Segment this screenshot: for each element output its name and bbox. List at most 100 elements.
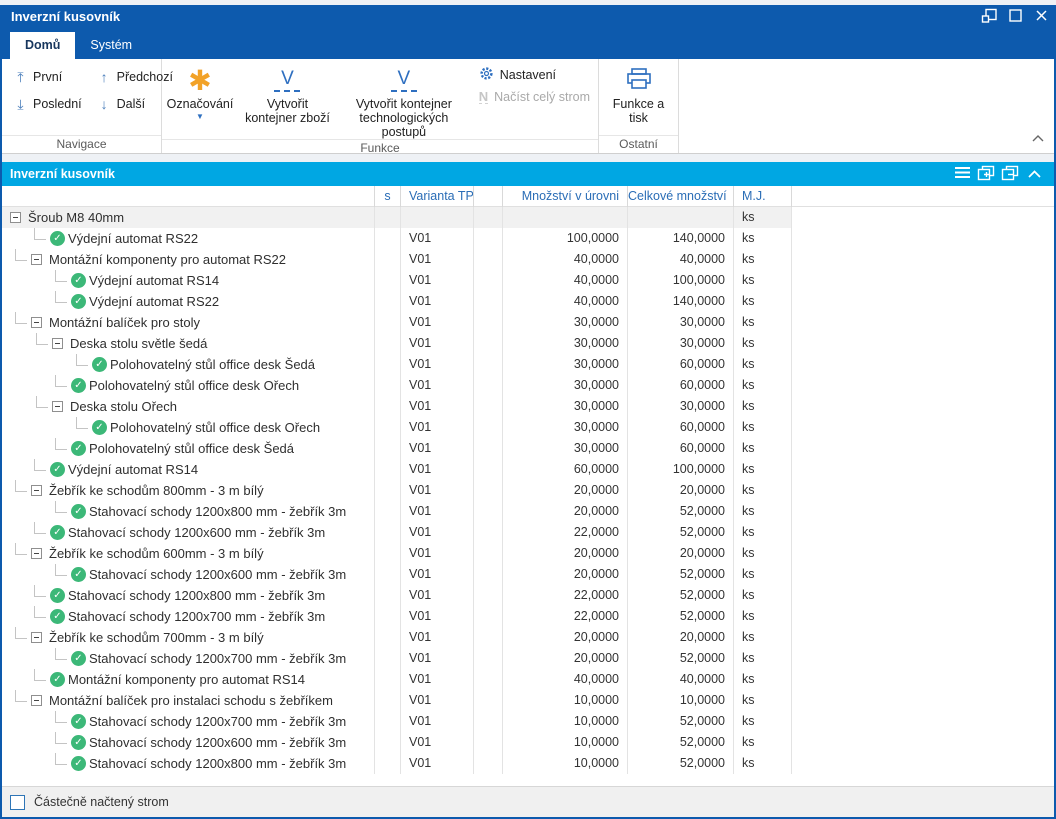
table-row[interactable]: ✓Stahovací schody 1200x800 mm - žebřík 3…	[2, 585, 1054, 606]
table-row[interactable]: Montážní balíček pro instalaci schodu s …	[2, 690, 1054, 711]
table-row[interactable]: ✓Stahovací schody 1200x600 mm - žebřík 3…	[2, 564, 1054, 585]
column-header-empty[interactable]	[473, 186, 502, 207]
green-check-icon: ✓	[71, 651, 86, 666]
table-row[interactable]: ✓Polohovatelný stůl office desk Ořech V0…	[2, 417, 1054, 438]
table-row[interactable]: ✓Stahovací schody 1200x700 mm - žebřík 3…	[2, 606, 1054, 627]
qty-level-cell: 10,0000	[502, 711, 627, 732]
tree-cell: Montážní balíček pro stoly	[2, 312, 374, 333]
column-header-s[interactable]: s	[374, 186, 400, 207]
table-row[interactable]: ✓Stahovací schody 1200x700 mm - žebřík 3…	[2, 648, 1054, 669]
collapse-ribbon-button[interactable]	[1032, 129, 1044, 147]
qty-total-cell: 100,0000	[627, 270, 733, 291]
collapse-expander-icon[interactable]	[52, 338, 63, 349]
close-button[interactable]	[1028, 5, 1054, 28]
table-row[interactable]: ✓Stahovací schody 1200x700 mm - žebřík 3…	[2, 711, 1054, 732]
column-header-qty-level[interactable]: Množství v úrovni	[502, 186, 627, 207]
table-row[interactable]: Šroub M8 40mm ks	[2, 207, 1054, 228]
collapse-panel-button[interactable]	[1022, 162, 1046, 186]
qty-total-cell: 100,0000	[627, 459, 733, 480]
load-full-tree-label: Načíst celý strom	[494, 90, 590, 104]
qty-level-cell: 100,0000	[502, 228, 627, 249]
collapse-all-button[interactable]	[998, 162, 1022, 186]
create-tech-container-button[interactable]: V Vytvořit kontejner technologických pos…	[337, 59, 471, 139]
first-button[interactable]: ⤒ První	[8, 64, 88, 90]
maximize-button[interactable]	[1002, 5, 1028, 28]
table-row[interactable]: Deska stolu Ořech V01 30,0000 30,0000 ks	[2, 396, 1054, 417]
column-header-unit[interactable]: M.J.	[733, 186, 791, 207]
table-row[interactable]: ✓Polohovatelný stůl office desk Ořech V0…	[2, 375, 1054, 396]
table-row[interactable]: Žebřík ke schodům 700mm - 3 m bílý V01 2…	[2, 627, 1054, 648]
collapse-expander-icon[interactable]	[52, 401, 63, 412]
collapse-expander-icon[interactable]	[10, 212, 21, 223]
empty-cell	[473, 270, 502, 291]
table-row[interactable]: ✓Stahovací schody 1200x800 mm - žebřík 3…	[2, 753, 1054, 774]
collapse-expander-icon[interactable]	[31, 632, 42, 643]
tree-cell: ✓Montážní komponenty pro automat RS14	[2, 669, 374, 690]
qty-total-cell: 140,0000	[627, 291, 733, 312]
green-check-icon: ✓	[71, 714, 86, 729]
table-row[interactable]: ✓Výdejní automat RS14 V01 40,0000 100,00…	[2, 270, 1054, 291]
s-cell	[374, 690, 400, 711]
maximize-icon	[1008, 8, 1023, 26]
table-row[interactable]: ✓Výdejní automat RS14 V01 60,0000 100,00…	[2, 459, 1054, 480]
s-cell	[374, 438, 400, 459]
empty-cell	[473, 585, 502, 606]
table-row[interactable]: ✓Polohovatelný stůl office desk Šedá V01…	[2, 354, 1054, 375]
table-row[interactable]: ✓Výdejní automat RS22 V01 40,0000 140,00…	[2, 291, 1054, 312]
table-row[interactable]: ✓Polohovatelný stůl office desk Šedá V01…	[2, 438, 1054, 459]
empty-cell	[473, 354, 502, 375]
panel-menu-button[interactable]	[950, 162, 974, 186]
variant-cell	[400, 207, 473, 228]
create-goods-container-button[interactable]: V Vytvořit kontejner zboží	[238, 59, 337, 139]
qty-total-cell: 60,0000	[627, 438, 733, 459]
variant-cell: V01	[400, 375, 473, 396]
table-row[interactable]: Žebřík ke schodům 800mm - 3 m bílý V01 2…	[2, 480, 1054, 501]
item-label: Stahovací schody 1200x800 mm - žebřík 3m	[89, 754, 346, 774]
last-button[interactable]: ⤓ Poslední	[8, 91, 88, 117]
tree-cell: ✓Výdejní automat RS22	[2, 291, 374, 312]
qty-total-cell: 20,0000	[627, 480, 733, 501]
unit-cell: ks	[733, 690, 791, 711]
arrow-to-bottom-icon: ⤓	[14, 96, 27, 113]
collapse-expander-icon[interactable]	[31, 695, 42, 706]
variant-cell: V01	[400, 648, 473, 669]
table-row[interactable]: ✓Stahovací schody 1200x800 mm - žebřík 3…	[2, 501, 1054, 522]
tree-connector-line	[55, 270, 67, 282]
tree-cell: ✓Výdejní automat RS14	[2, 459, 374, 480]
table-row[interactable]: Deska stolu světle šedá V01 30,0000 30,0…	[2, 333, 1054, 354]
collapse-expander-icon[interactable]	[31, 254, 42, 265]
column-header-tree[interactable]	[2, 186, 374, 207]
table-row[interactable]: ✓Stahovací schody 1200x600 mm - žebřík 3…	[2, 522, 1054, 543]
column-header-variant[interactable]: Varianta TP	[400, 186, 473, 207]
table-row[interactable]: Montážní komponenty pro automat RS22 V01…	[2, 249, 1054, 270]
collapse-expander-icon[interactable]	[31, 317, 42, 328]
empty-cell	[473, 648, 502, 669]
load-tree-n-icon: N	[479, 90, 488, 104]
tree-connector-line	[55, 375, 67, 387]
collapse-expander-icon[interactable]	[31, 548, 42, 559]
tab-domu[interactable]: Domů	[10, 32, 75, 59]
qty-level-cell: 20,0000	[502, 648, 627, 669]
float-window-button[interactable]	[976, 5, 1002, 28]
expand-all-button[interactable]	[974, 162, 998, 186]
functions-print-button[interactable]: Funkce a tisk	[600, 59, 678, 135]
tab-system[interactable]: Systém	[75, 32, 147, 59]
table-row[interactable]: ✓Montážní komponenty pro automat RS14 V0…	[2, 669, 1054, 690]
table-row[interactable]: Žebřík ke schodům 600mm - 3 m bílý V01 2…	[2, 543, 1054, 564]
chevron-up-icon	[1028, 167, 1041, 181]
tree-cell: ✓Stahovací schody 1200x600 mm - žebřík 3…	[2, 522, 374, 543]
table-row[interactable]: ✓Výdejní automat RS22 V01 100,0000 140,0…	[2, 228, 1054, 249]
tree-connector-line	[15, 312, 27, 324]
partially-loaded-tree-checkbox[interactable]	[10, 795, 25, 810]
empty-cell	[473, 375, 502, 396]
marking-label: Označování	[167, 97, 234, 111]
settings-button[interactable]: Nastavení	[479, 66, 590, 84]
column-header-qty-total[interactable]: Celkové množství	[627, 186, 733, 207]
table-row[interactable]: Montážní balíček pro stoly V01 30,0000 3…	[2, 312, 1054, 333]
qty-level-cell: 20,0000	[502, 480, 627, 501]
marking-button[interactable]: ✱ Označování ▼	[162, 59, 238, 139]
table-empty-area	[2, 774, 1054, 786]
collapse-expander-icon[interactable]	[31, 485, 42, 496]
unit-cell: ks	[733, 438, 791, 459]
table-row[interactable]: ✓Stahovací schody 1200x600 mm - žebřík 3…	[2, 732, 1054, 753]
